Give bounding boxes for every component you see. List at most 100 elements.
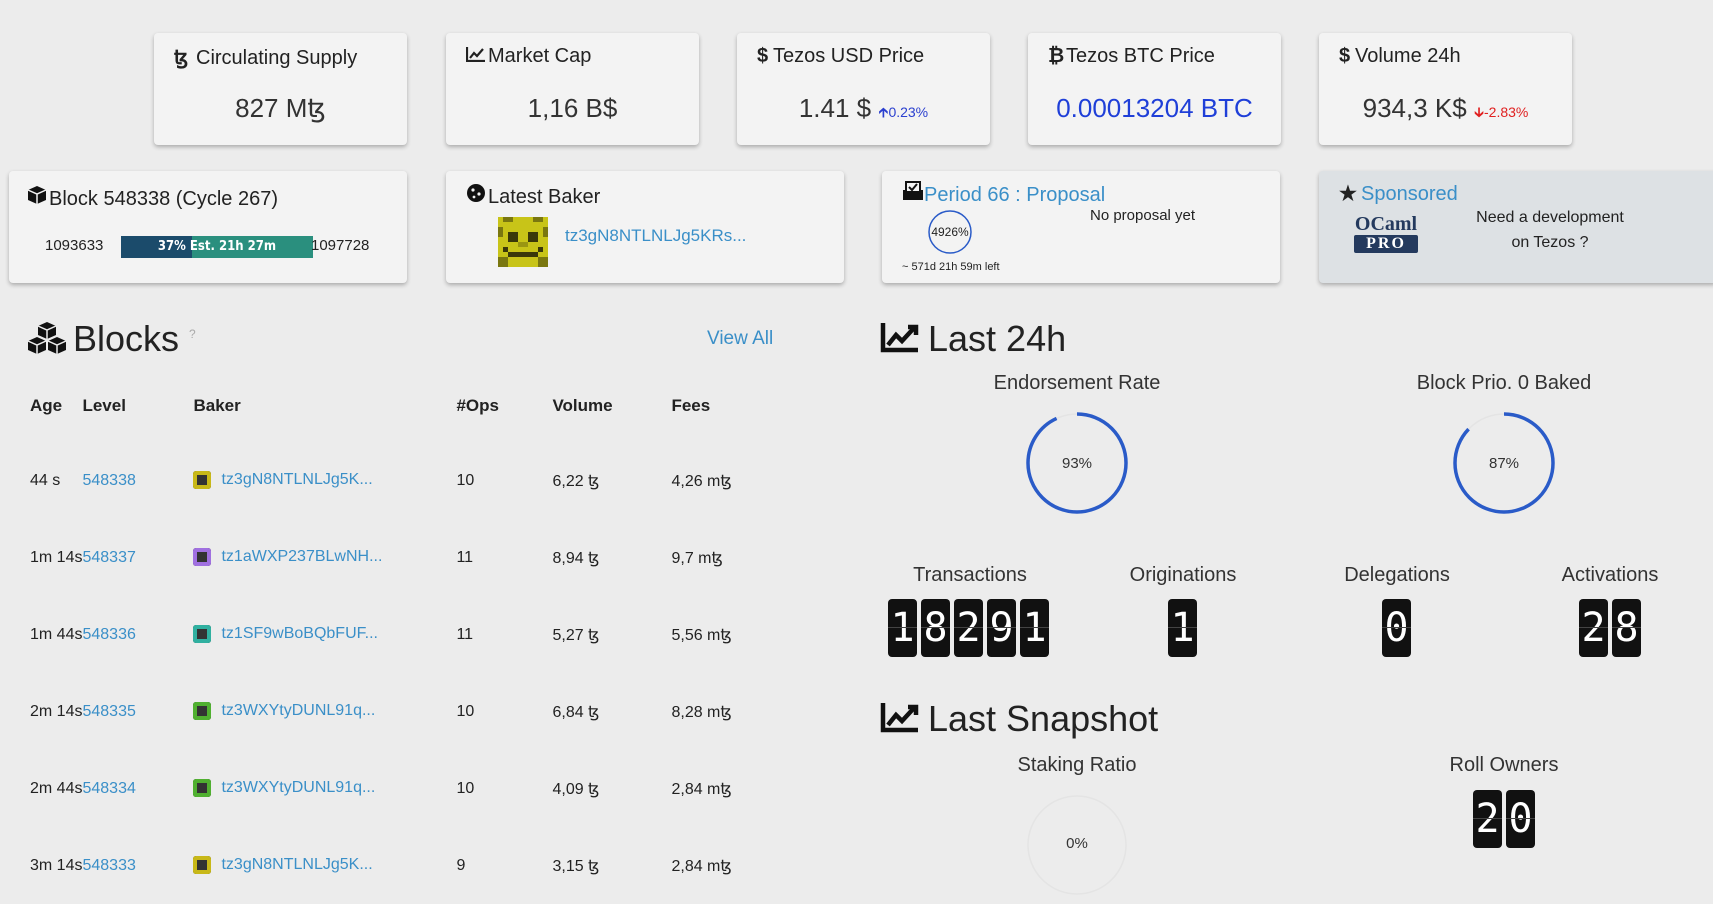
roll-owners-label: Roll Owners (1449, 754, 1559, 776)
block-level-link[interactable]: 548338 (82, 442, 193, 519)
block-baker[interactable]: tz1aWXP237BLwNH... (193, 519, 456, 596)
block-level-link[interactable]: 548334 (82, 750, 193, 827)
price-up-arrow-icon: 🡱 (878, 104, 889, 120)
table-row[interactable]: 2m 44s 548334 tz3WXYtyDUNL91q... 10 4,09 ꜩ 2,… (30, 750, 751, 827)
block-age: 2m 14s (30, 702, 83, 720)
block-level-link[interactable]: 548337 (82, 519, 193, 596)
counter-digit: 8 (921, 599, 950, 657)
latest-baker-address-link[interactable]: tz3gN8NTLNLJg5KRs... (565, 226, 746, 246)
activations-label: Activations (1561, 564, 1659, 586)
counter-digit: 8 (1612, 599, 1641, 657)
chart-line-icon (880, 320, 920, 362)
latest-baker-title: Latest Baker (466, 183, 600, 209)
block-fees: 5,56 mꜩ (671, 626, 732, 644)
star-icon: ★ (1339, 183, 1357, 205)
block-range-end: 1097728 (311, 237, 370, 254)
block-fees: 9,7 mꜩ (671, 549, 723, 567)
block-age: 44 s (30, 471, 61, 489)
usd-price-card: $ Tezos USD Price 1.41 $ 🡱0.23% (737, 33, 990, 145)
block-range-start: 1093633 (45, 237, 104, 254)
block-baker[interactable]: tz3WXYtyDUNL91q... (193, 750, 456, 827)
btc-price-title: ₿Tezos BTC Price (1048, 45, 1215, 67)
col-age: Age (30, 396, 63, 415)
col-volume: Volume (552, 396, 613, 415)
baker-avatar-icon (193, 702, 212, 721)
baker-address-link[interactable]: tz3WXYtyDUNL91q... (221, 780, 375, 797)
market-cap-title: Market Cap (465, 45, 591, 68)
circulating-supply-value: 827 Mꜩ (235, 93, 326, 123)
cube-icon (27, 185, 49, 211)
staking-ratio-gauge: 0% (1025, 793, 1129, 897)
counter-digit: 1 (1020, 599, 1049, 657)
block-card[interactable]: Block 548338 (Cycle 267) 1093633 37% Est… (9, 171, 407, 283)
counter-digit: 2 (1579, 599, 1608, 657)
block-fees: 2,84 mꜩ (671, 780, 732, 798)
sponsored-text: Need a development on Tezos ? (1476, 209, 1624, 251)
market-cap-card: Market Cap 1,16 B$ (446, 33, 699, 145)
baker-address-link[interactable]: tz3gN8NTLNLJg5K... (221, 857, 372, 874)
volume-down-arrow-icon: 🡳 (1473, 104, 1485, 120)
volume-title: $ Volume 24h (1339, 45, 1461, 67)
table-row[interactable]: 1m 44s 548336 tz1SF9wBoBQbFUF... 11 5,27 ꜩ 5,… (30, 596, 751, 673)
block-volume: 3,15 ꜩ (552, 857, 600, 875)
blocks-heading: Blocks ? (27, 318, 196, 364)
block-volume: 6,22 ꜩ (552, 472, 600, 490)
block-baker[interactable]: tz1SF9wBoBQbFUF... (193, 596, 456, 673)
counter-digit: 0 (1506, 790, 1535, 848)
block-level-link[interactable]: 548335 (82, 673, 193, 750)
period-gauge: 4926% (927, 209, 973, 255)
activations-counter: 28 (1579, 599, 1641, 657)
baker-address-link[interactable]: tz3gN8NTLNLJg5K... (221, 472, 372, 489)
col-level: Level (82, 396, 126, 415)
table-row[interactable]: 2m 14s 548335 tz3WXYtyDUNL91q... 10 6,84 ꜩ 8,… (30, 673, 751, 750)
chart-line-icon (880, 700, 920, 742)
dollar-icon: $ (1339, 45, 1351, 67)
baker-avatar-icon (193, 548, 212, 567)
baker-address-link[interactable]: tz1SF9wBoBQbFUF... (221, 626, 378, 643)
table-row[interactable]: 3m 14s 548333 tz3gN8NTLNLJg5K... 9 3,15 ꜩ 2,8… (30, 827, 751, 904)
baker-address-link[interactable]: tz3WXYtyDUNL91q... (221, 703, 375, 720)
table-row[interactable]: 44 s 548338 tz3gN8NTLNLJg5K... 10 6,22 ꜩ 4,26… (30, 442, 751, 519)
table-row[interactable]: 1m 14s 548337 tz1aWXP237BLwNH... 11 8,94 ꜩ 9,… (30, 519, 751, 596)
proposal-status: No proposal yet (1090, 207, 1196, 224)
voting-period-link[interactable]: Period 66 : Proposal (924, 184, 1105, 206)
voting-period-title: Period 66 : Proposal (902, 181, 1105, 207)
tez-icon: ꜩ (174, 47, 189, 69)
circulating-supply-card: ꜩ Circulating Supply 827 Mꜩ (154, 33, 407, 145)
col-ops: #Ops (456, 396, 499, 415)
baker-address-link[interactable]: tz1aWXP237BLwNH... (221, 549, 382, 566)
col-baker: Baker (193, 396, 241, 415)
block-baker[interactable]: tz3gN8NTLNLJg5K... (193, 442, 456, 519)
endorsement-rate-gauge: 93% (1025, 411, 1129, 515)
latest-baker-card[interactable]: Latest Baker tz3gN8NTLNLJg5KRs... (446, 171, 844, 283)
baker-avatar (498, 217, 548, 267)
blocks-table-header: Age Level Baker #Ops Volume Fees (30, 370, 751, 442)
view-all-blocks-link[interactable]: View All (707, 328, 773, 350)
block-age: 1m 14s (30, 548, 83, 566)
voting-period-card[interactable]: Period 66 : Proposal 4926% No proposal y… (882, 171, 1280, 283)
block-baker[interactable]: tz3gN8NTLNLJg5K... (193, 827, 456, 904)
blocks-help-icon[interactable]: ? (189, 327, 196, 341)
block-level-link[interactable]: 548333 (82, 827, 193, 904)
usd-price-title: $ Tezos USD Price (757, 45, 925, 67)
baker-avatar-icon (193, 625, 212, 644)
block-baker[interactable]: tz3WXYtyDUNL91q... (193, 673, 456, 750)
block-age: 2m 44s (30, 779, 83, 797)
block-level-link[interactable]: 548336 (82, 596, 193, 673)
sponsored-card[interactable]: ★ Sponsored OCaml PRO Need a development … (1319, 171, 1713, 283)
cookie-icon (466, 183, 488, 209)
col-fees: Fees (671, 396, 711, 415)
usd-price-delta: 0.23% (888, 104, 929, 120)
cubes-icon (27, 321, 67, 364)
market-cap-value: 1,16 B$ (527, 93, 618, 123)
ocamlpro-logo[interactable]: OCaml PRO (1354, 213, 1418, 253)
circulating-supply-title: ꜩ Circulating Supply (174, 47, 358, 69)
blocks-table: Age Level Baker #Ops Volume Fees 44 s 548… (30, 370, 751, 904)
endorsement-rate-label: Endorsement Rate (993, 372, 1161, 394)
prio0-label: Block Prio. 0 Baked (1416, 372, 1592, 394)
counter-digit: 0 (1382, 599, 1411, 657)
block-volume: 5,27 ꜩ (552, 626, 600, 644)
sponsored-title: ★ Sponsored (1339, 183, 1458, 205)
block-age: 1m 44s (30, 625, 83, 643)
block-ops: 11 (456, 625, 474, 643)
